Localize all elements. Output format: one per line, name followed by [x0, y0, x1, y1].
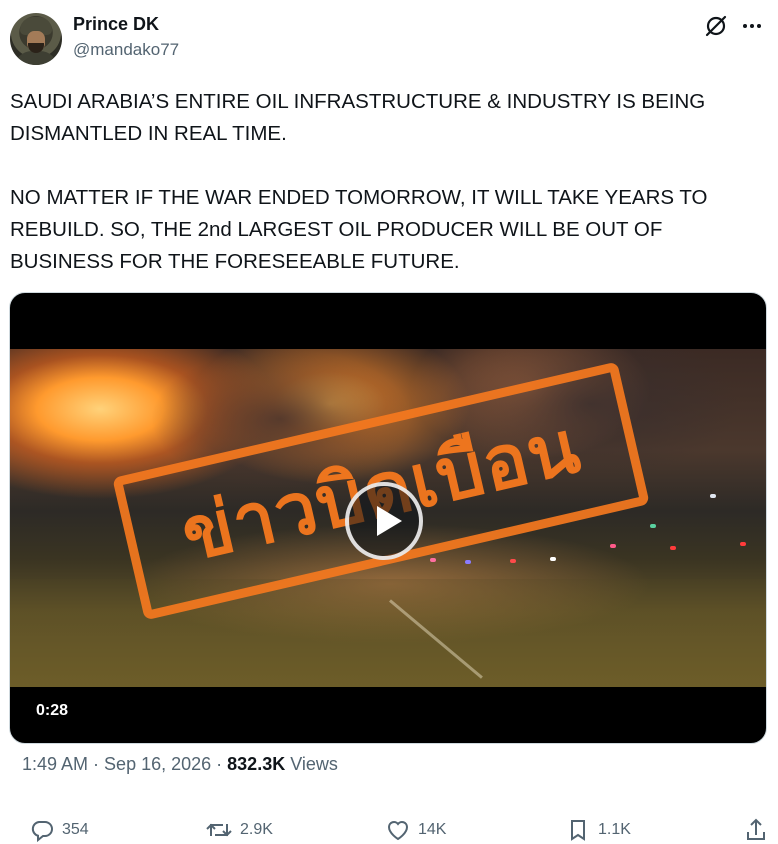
ground-area: [10, 579, 766, 687]
tweet-time[interactable]: 1:49 AM: [22, 754, 88, 774]
views-label: Views: [290, 754, 338, 774]
play-triangle: [377, 506, 402, 536]
tweet-text: SAUDI ARABIA’S ENTIRE OIL INFRASTRUCTURE…: [10, 86, 765, 278]
light-dot: [670, 546, 676, 550]
light-dot: [510, 559, 516, 563]
light-dot: [465, 560, 471, 564]
meta-separator: ·: [211, 754, 228, 774]
tweet-paragraph-1: SAUDI ARABIA’S ENTIRE OIL INFRASTRUCTURE…: [10, 90, 706, 145]
tweet-date[interactable]: Sep 16, 2026: [104, 754, 211, 774]
light-dot: [610, 544, 616, 548]
grok-icon[interactable]: [702, 12, 730, 40]
reply-count: 354: [62, 821, 89, 838]
author-handle[interactable]: @mandako77: [73, 39, 179, 61]
light-dot: [430, 558, 436, 562]
tweet-paragraph-2: NO MATTER IF THE WAR ENDED TOMORROW, IT …: [10, 186, 708, 273]
meta-separator: ·: [88, 754, 105, 774]
light-dot: [550, 557, 556, 561]
views-count: 832.3K: [227, 754, 286, 774]
video-duration: 0:28: [36, 702, 69, 719]
like-count: 14K: [418, 821, 447, 838]
light-dot: [740, 542, 746, 546]
repost-count: 2.9K: [240, 821, 273, 838]
author-display-name[interactable]: Prince DK: [73, 13, 159, 35]
light-dot: [710, 494, 716, 498]
bookmark-count: 1.1K: [598, 821, 631, 838]
more-icon[interactable]: [738, 12, 766, 40]
avatar-body: [14, 51, 58, 65]
light-dot: [650, 524, 656, 528]
avatar[interactable]: [10, 13, 62, 65]
play-icon[interactable]: [345, 482, 423, 560]
tweet-meta: 1:49 AM · Sep 16, 2026 · 832.3K Views: [22, 752, 338, 776]
